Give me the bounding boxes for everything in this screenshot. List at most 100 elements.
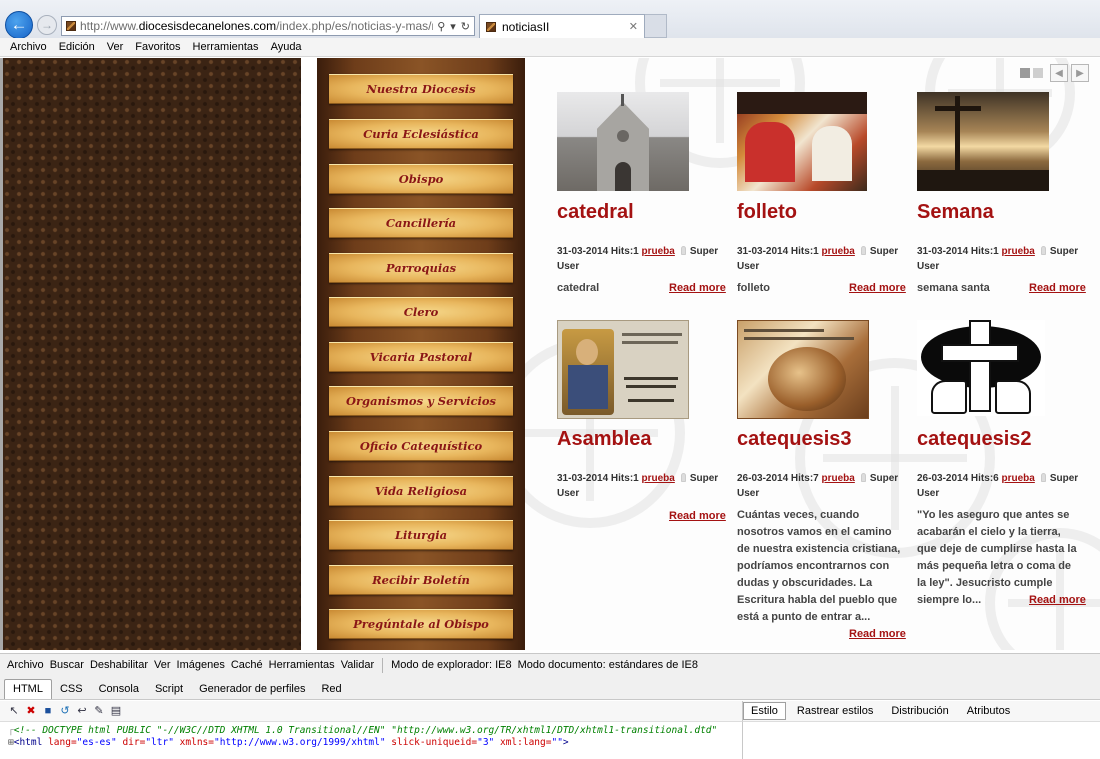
article-title[interactable]: catequesis3 <box>737 428 902 451</box>
nav-item-liturgia[interactable]: Liturgia <box>329 520 513 550</box>
date-hits: 26-03-2014 Hits:7 <box>737 473 819 484</box>
menu-archivo[interactable]: Archivo <box>4 41 53 53</box>
back-arrow-icon[interactable]: ← <box>5 11 33 39</box>
address-tools: ⚲ ▾ ↻ <box>433 19 474 33</box>
read-more-link[interactable]: Read more <box>669 510 726 522</box>
category-link[interactable]: prueba <box>822 246 855 257</box>
tab-consola[interactable]: Consola <box>91 680 147 699</box>
nav-item-vicaria[interactable]: Vicaria Pastoral <box>329 342 513 372</box>
edit-icon[interactable]: ✎ <box>93 705 105 717</box>
tab-rastrear-estilos[interactable]: Rastrear estilos <box>790 703 880 719</box>
close-tab-icon[interactable]: ✕ <box>629 20 638 33</box>
date-hits: 26-03-2014 Hits:6 <box>917 473 999 484</box>
new-tab-button[interactable] <box>645 14 667 38</box>
author-last: User <box>917 488 940 499</box>
nav-item-parroquias[interactable]: Parroquias <box>329 253 513 283</box>
brochure-image[interactable] <box>737 92 867 191</box>
url-text[interactable]: http://www.diocesisdecanelones.com/index… <box>80 19 433 33</box>
article-meta: 31-03-2014 Hits:1 prueba Super User <box>557 471 727 501</box>
dt-menu-archivo[interactable]: Archivo <box>4 659 47 671</box>
nav-item-curia[interactable]: Curia Eclesiástica <box>329 119 513 149</box>
tab-red[interactable]: Red <box>313 680 349 699</box>
article-intro: Cuántas veces, cuando nosotros vamos en … <box>737 509 901 623</box>
read-more-link[interactable]: Read more <box>1029 282 1086 294</box>
slide-indicator[interactable] <box>1033 68 1043 78</box>
category-link[interactable]: prueba <box>822 473 855 484</box>
article-card: folleto 31-03-2014 Hits:1 prueba Super Us… <box>737 92 907 297</box>
article-title[interactable]: Asamblea <box>557 428 727 451</box>
nav-item-recibir-boletin[interactable]: Recibir Boletín <box>329 565 513 595</box>
address-bar[interactable]: http://www.diocesisdecanelones.com/index… <box>61 16 475 36</box>
nav-item-organismos[interactable]: Organismos y Servicios <box>329 386 513 416</box>
dt-menu-deshabilitar[interactable]: Deshabilitar <box>87 659 151 671</box>
browser-mode[interactable]: Modo de explorador: IE8 <box>388 659 514 671</box>
cathedral-image[interactable] <box>557 92 689 191</box>
select-element-icon[interactable]: ↖ <box>8 705 20 717</box>
menu-favoritos[interactable]: Favoritos <box>129 41 186 53</box>
dt-menu-herramientas[interactable]: Herramientas <box>266 659 338 671</box>
tab-profiler[interactable]: Generador de perfiles <box>191 680 313 699</box>
dropdown-icon[interactable]: ▾ <box>450 20 456 33</box>
source-line[interactable]: ⊞<html lang="es-es" dir="ltr" xmlns="htt… <box>8 737 742 749</box>
tab-script[interactable]: Script <box>147 680 191 699</box>
category-link[interactable]: prueba <box>642 473 675 484</box>
dt-menu-ver[interactable]: Ver <box>151 659 174 671</box>
devtools-toolbar: ↖ ✖ ■ ↺ ↩ ✎ ▤ <box>0 701 742 721</box>
menu-herramientas[interactable]: Herramientas <box>187 41 265 53</box>
dt-menu-validar[interactable]: Validar <box>338 659 377 671</box>
category-link[interactable]: prueba <box>1002 473 1035 484</box>
menu-edicion[interactable]: Edición <box>53 41 101 53</box>
tab-html[interactable]: HTML <box>4 679 52 699</box>
browser-tab[interactable]: noticiasII ✕ <box>479 14 645 38</box>
article-title[interactable]: catequesis2 <box>917 428 1082 451</box>
read-more-link[interactable]: Read more <box>849 282 906 294</box>
dt-menu-cache[interactable]: Caché <box>228 659 266 671</box>
article-title[interactable]: catedral <box>557 201 727 224</box>
nav-item-preguntale-obispo[interactable]: Pregúntale al Obispo <box>329 609 513 639</box>
nav-item-nuestra-diocesis[interactable]: Nuestra Diocesis <box>329 74 513 104</box>
source-line[interactable]: ┌<!-- DOCTYPE html PUBLIC "-//W3C//DTD X… <box>8 725 742 737</box>
refresh-dom-icon[interactable]: ↺ <box>59 705 71 717</box>
nav-item-obispo[interactable]: Obispo <box>329 164 513 194</box>
browser-toolbar: ← → http://www.diocesisdecanelones.com/i… <box>0 0 1100 39</box>
article-title[interactable]: Semana <box>917 201 1087 224</box>
slider-next-icon[interactable]: ▶ <box>1071 64 1089 82</box>
author-last: User <box>557 261 580 272</box>
category-link[interactable]: prueba <box>1002 246 1035 257</box>
forward-arrow-icon[interactable]: → <box>37 15 57 35</box>
refresh-icon[interactable]: ↻ <box>461 20 470 33</box>
menu-ver[interactable]: Ver <box>101 41 130 53</box>
document-mode[interactable]: Modo documento: estándares de IE8 <box>515 659 701 671</box>
jesus-painting-image[interactable] <box>737 320 869 419</box>
category-link[interactable]: prueba <box>642 246 675 257</box>
devtools-side-tabs: Estilo Rastrear estilos Distribución Atr… <box>742 701 1100 721</box>
menu-ayuda[interactable]: Ayuda <box>265 41 308 53</box>
slide-indicator-active[interactable] <box>1020 68 1030 78</box>
nav-item-vida-religiosa[interactable]: Vida Religiosa <box>329 476 513 506</box>
dt-menu-buscar[interactable]: Buscar <box>47 659 87 671</box>
tab-atributos[interactable]: Atributos <box>960 703 1017 719</box>
source-icon[interactable]: ▤ <box>110 705 122 717</box>
wood-background <box>3 58 301 650</box>
read-more-link[interactable]: Read more <box>849 628 906 640</box>
article-title[interactable]: folleto <box>737 201 907 224</box>
crucifix-image[interactable] <box>917 92 1049 191</box>
cross-hands-image[interactable] <box>917 320 1045 416</box>
nav-item-cancilleria[interactable]: Cancillería <box>329 208 513 238</box>
nav-item-oficio-catequistico[interactable]: Oficio Catequístico <box>329 431 513 461</box>
author-first: Super <box>689 473 719 484</box>
tab-estilo[interactable]: Estilo <box>743 702 786 720</box>
nav-item-clero[interactable]: Clero <box>329 297 513 327</box>
save-icon[interactable]: ■ <box>42 705 54 717</box>
tab-distribucion[interactable]: Distribución <box>884 703 955 719</box>
read-more-link[interactable]: Read more <box>1029 594 1086 606</box>
slider-prev-icon[interactable]: ◀ <box>1050 64 1068 82</box>
tab-css[interactable]: CSS <box>52 680 91 699</box>
dt-menu-imagenes[interactable]: Imágenes <box>174 659 228 671</box>
word-wrap-icon[interactable]: ↩ <box>76 705 88 717</box>
author-first: Super <box>1049 246 1079 257</box>
read-more-link[interactable]: Read more <box>669 282 726 294</box>
assembly-poster-image[interactable] <box>557 320 689 419</box>
clear-icon[interactable]: ✖ <box>25 705 37 717</box>
search-icon[interactable]: ⚲ <box>437 20 445 33</box>
